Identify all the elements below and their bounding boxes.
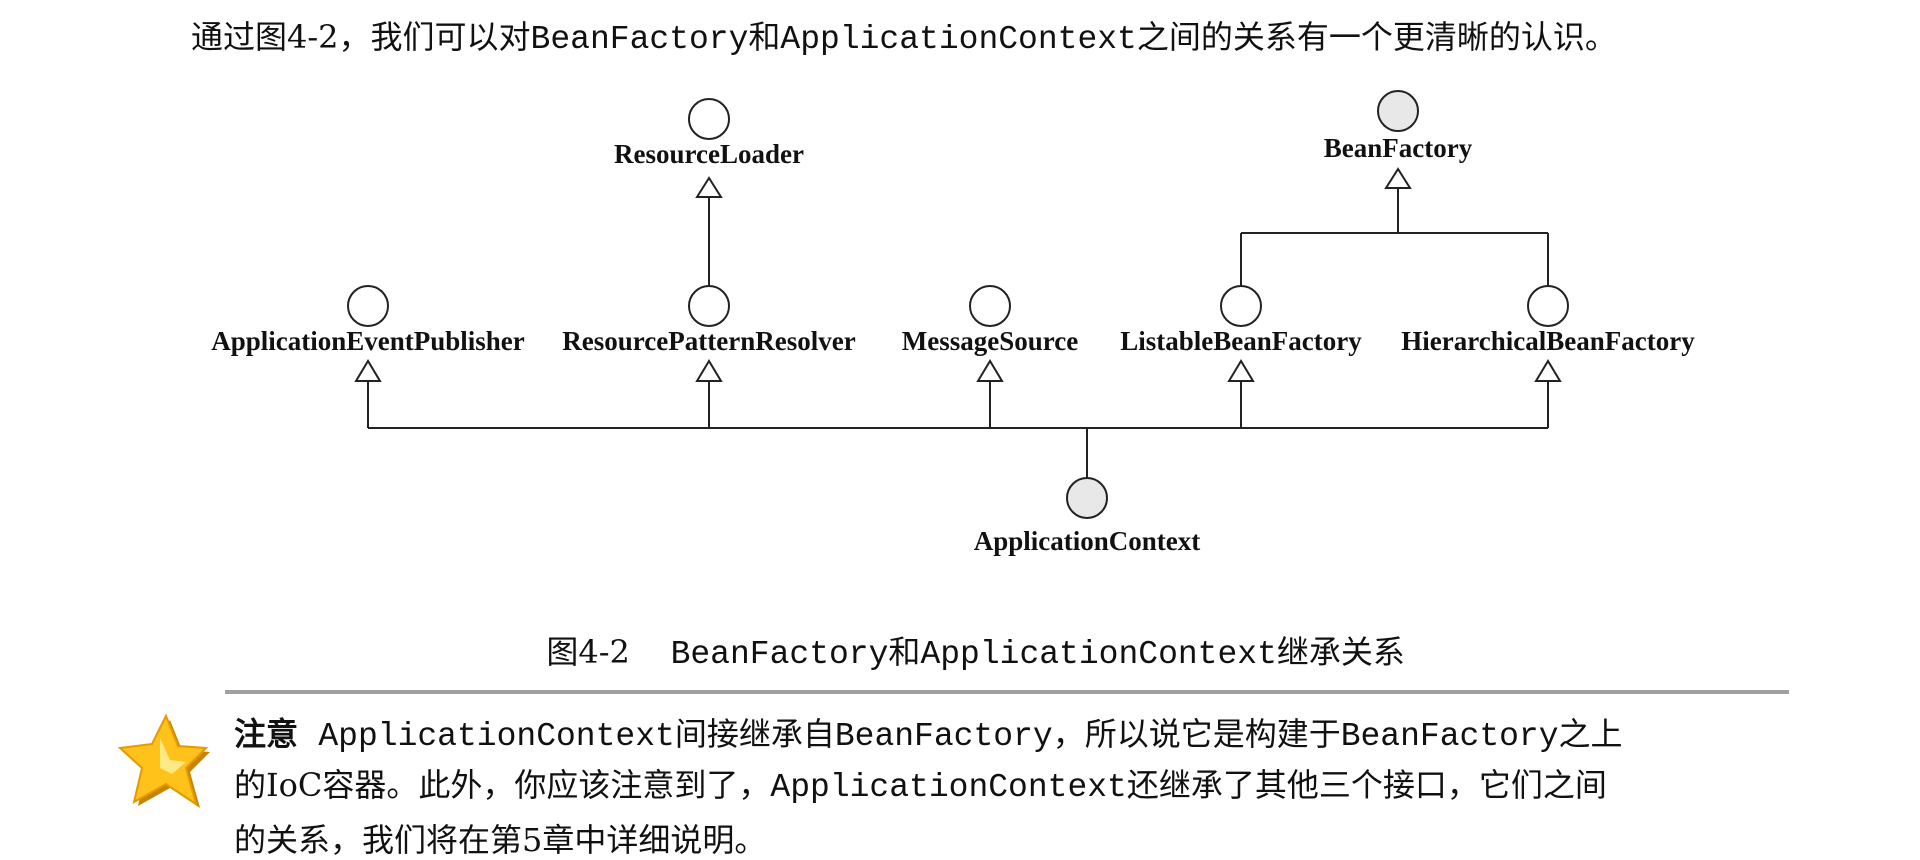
- code-term: BeanFactory: [670, 636, 889, 673]
- text-segment: 间接继承自: [674, 715, 835, 753]
- node-label-bean-factory: BeanFactory: [1324, 133, 1473, 163]
- inheritance-arrow: [695, 359, 723, 382]
- text-segment: ，所以说它是构建于: [1052, 715, 1341, 753]
- caption-text: BeanFactory和ApplicationContext继承关系: [670, 633, 1405, 673]
- code-term: ApplicationContext: [920, 636, 1277, 673]
- node-label-resource-pattern-resolver: ResourcePatternResolver: [562, 326, 855, 356]
- note-line: 注意 ApplicationContext间接继承自BeanFactory，所以…: [234, 714, 1623, 757]
- inheritance-arrow: [695, 176, 723, 198]
- node-label-message-source: MessageSource: [902, 326, 1078, 356]
- note-line: 的关系，我们将在第5章中详细说明。: [234, 820, 766, 860]
- interface-circle-application-context: [1066, 477, 1108, 519]
- note-line: 的IoC容器。此外，你应该注意到了，ApplicationContext还继承了…: [234, 765, 1607, 808]
- text-segment: 注意: [234, 715, 299, 753]
- interface-circle-bean-factory: [1377, 90, 1419, 132]
- node-label-application-event-publisher: ApplicationEventPublisher: [211, 326, 525, 356]
- interface-circle-resource-loader: [688, 98, 730, 140]
- text-segment: 的IoC容器。此外，你应该注意到了，: [234, 766, 771, 804]
- interface-circle-message-source: [969, 285, 1011, 327]
- interface-circle-hierarchical-bean-factory: [1527, 285, 1569, 327]
- node-label-resource-loader: ResourceLoader: [614, 139, 804, 169]
- figure-caption: 图4-2 BeanFactory和ApplicationContext继承关系: [526, 592, 1405, 675]
- code-term: ApplicationContext: [770, 769, 1127, 806]
- inheritance-arrow: [1384, 167, 1412, 189]
- code-term: BeanFactory: [834, 718, 1053, 755]
- text-segment: 继承关系: [1276, 633, 1405, 671]
- inheritance-arrow: [1227, 359, 1255, 382]
- text-segment: 的关系，我们将在第5章中详细说明。: [234, 821, 767, 859]
- star-icon: [117, 713, 210, 808]
- node-label-application-context: ApplicationContext: [974, 526, 1201, 556]
- node-label-hierarchical-bean-factory: HierarchicalBeanFactory: [1401, 326, 1695, 356]
- node-label-listable-bean-factory: ListableBeanFactory: [1120, 326, 1362, 356]
- interface-circle-resource-pattern-resolver: [688, 285, 730, 327]
- caption-number: 图4-2: [546, 633, 630, 671]
- text-segment: 和: [888, 633, 921, 671]
- text-segment: [298, 715, 318, 753]
- text-segment: 之上: [1558, 715, 1623, 753]
- inheritance-arrow: [976, 359, 1004, 382]
- note-divider: [225, 690, 1789, 694]
- code-term: ApplicationContext: [318, 718, 675, 755]
- interface-circle-application-event-publisher: [347, 285, 389, 327]
- inheritance-arrow: [1534, 359, 1562, 382]
- interface-circle-listable-bean-factory: [1220, 285, 1262, 327]
- code-term: BeanFactory: [1340, 718, 1559, 755]
- text-segment: 还继承了其他三个接口，它们之间: [1126, 766, 1607, 804]
- inheritance-arrow: [354, 359, 382, 382]
